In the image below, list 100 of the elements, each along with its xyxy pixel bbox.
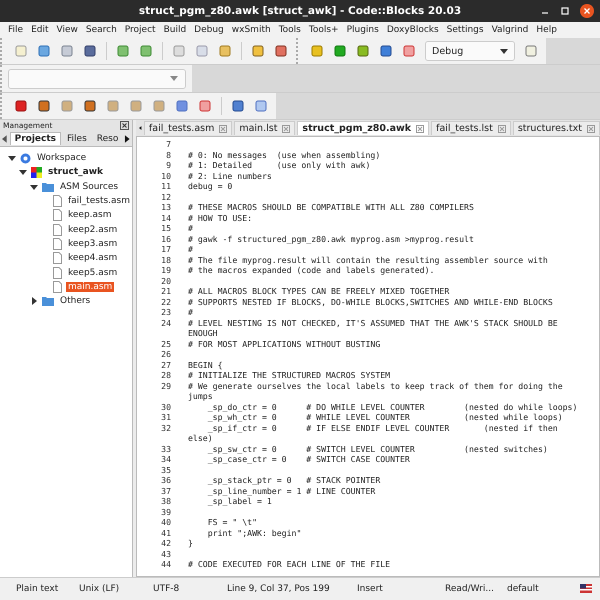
build-target-dropdown[interactable]: Debug — [425, 41, 515, 61]
close-tab-icon[interactable] — [219, 124, 228, 132]
code-line: # CODE EXECUTED FOR EACH LINE OF THE FILE — [188, 559, 392, 570]
code-line: # — [188, 307, 194, 318]
file-icon — [53, 266, 62, 279]
tree-item[interactable]: Workspace — [35, 153, 88, 164]
folder-icon — [42, 182, 54, 192]
menu-item[interactable]: Valgrind — [492, 25, 528, 35]
line-number: 31 — [160, 412, 171, 422]
code-line: # We generate ourselves the local labels to keep track of them for doing the jumps — [188, 380, 564, 402]
menu-item[interactable]: Tools — [278, 25, 301, 35]
tree-item[interactable]: keep4.asm — [66, 253, 120, 264]
tree-item[interactable]: keep5.asm — [66, 268, 120, 278]
close-tab-icon[interactable] — [416, 124, 424, 132]
scroll-right-icon[interactable] — [124, 134, 130, 142]
panel-tab[interactable]: Projects — [10, 132, 62, 145]
code-line: _sp_case_ctr = 0 # SWITCH CASE COUNTER — [206, 454, 411, 464]
line-number: 27 — [160, 360, 171, 370]
line-number: 33 — [160, 444, 171, 454]
code-line: } — [188, 538, 194, 548]
collapse-arrow-icon[interactable] — [19, 168, 27, 176]
line-number: 42 — [160, 538, 171, 548]
menu-item[interactable]: Project — [124, 25, 156, 35]
file-icon — [53, 280, 62, 293]
code-line: _sp_wh_ctr = 0 # WHILE LEVEL COUNTER (nested while loops) — [206, 412, 564, 422]
line-number: 14 — [160, 212, 171, 223]
editor-tab[interactable]: fail_tests.asm — [144, 121, 232, 135]
editor-tab[interactable]: main.lst — [234, 121, 296, 135]
code-line: # LEVEL NESTING IS NOT CHECKED, IT'S ASSUMED THAT THE AWK'S STACK SHOULD BE ENOUGH — [188, 318, 559, 338]
menu-item[interactable]: Help — [536, 25, 557, 35]
line-number: 26 — [160, 349, 171, 360]
menu-item[interactable]: Build — [164, 25, 186, 35]
tree-item[interactable]: keep.asm — [66, 210, 114, 220]
menu-item[interactable]: DoxyBlocks — [386, 25, 439, 35]
menu-item[interactable]: Debug — [194, 25, 224, 35]
line-number: 16 — [160, 234, 171, 244]
menu-item[interactable]: Edit — [31, 25, 48, 35]
status-field: default — [491, 584, 539, 594]
editor-tab[interactable]: fail_tests.lst — [431, 121, 511, 135]
status-field: Read/Wri... — [429, 584, 491, 594]
line-number: 13 — [160, 202, 171, 212]
line-number: 44 — [160, 559, 171, 570]
expand-arrow-icon[interactable] — [30, 297, 38, 306]
line-number: 19 — [160, 265, 171, 276]
menu-item[interactable]: Settings — [446, 25, 484, 35]
collapse-arrow-icon[interactable] — [8, 154, 16, 162]
panel-tab[interactable]: Reso — [92, 132, 122, 144]
tree-item[interactable]: keep2.asm — [66, 224, 120, 235]
menu-item[interactable]: File — [8, 25, 24, 35]
menu-item[interactable]: Search — [86, 25, 117, 35]
close-tab-icon[interactable] — [498, 124, 506, 132]
window-title: struct_pgm_z80.awk [struct_awk] - Code::Blocks 20.03 — [138, 5, 462, 17]
editor-tab[interactable]: struct_pgm_z80.awk — [297, 121, 430, 135]
code-line: # The file myprog.result will contain the resulting assembler source with — [188, 254, 549, 265]
code-line: # 2: Line numbers — [188, 170, 273, 181]
line-number: 34 — [160, 454, 171, 464]
menu-item[interactable]: wxSmith — [232, 25, 271, 35]
file-icon — [53, 238, 62, 250]
menu-item[interactable]: Plugins — [346, 25, 379, 35]
close-tab-icon[interactable] — [282, 124, 290, 132]
line-number: 17 — [160, 244, 171, 254]
tree-item[interactable]: fail_tests.asm — [66, 196, 132, 206]
code-line: _sp_line_number = 1 # LINE COUNTER — [206, 486, 376, 496]
file-icon — [53, 252, 62, 264]
tree-item[interactable]: ASM Sources — [58, 182, 120, 192]
status-field: UTF-8 — [137, 584, 211, 594]
close-tab-icon[interactable] — [587, 124, 595, 132]
line-number: 28 — [160, 370, 171, 380]
code-line: # 1: Detailed (use only with awk) — [188, 160, 372, 170]
close-icon[interactable] — [120, 121, 129, 130]
panel-tab[interactable]: Files — [63, 132, 91, 144]
code-line: # SUPPORTS NESTED IF BLOCKS, DO-WHILE BLOCKS,SWITCHES AND WHILE-END BLOCKS — [188, 296, 554, 307]
code-line: # FOR MOST APPLICATIONS WITHOUT BUSTING — [188, 338, 382, 349]
line-number: 39 — [160, 506, 171, 517]
tree-item[interactable]: struct_awk — [46, 167, 106, 178]
code-line: _sp_label = 1 — [206, 496, 273, 506]
code-line: # — [188, 223, 194, 234]
maximize-icon[interactable] — [560, 6, 570, 16]
line-number: 40 — [160, 517, 171, 528]
tree-item[interactable]: keep3.asm — [66, 238, 120, 249]
line-number: 15 — [160, 223, 171, 234]
dropdown-caret-icon — [500, 48, 508, 54]
line-number: 24 — [160, 318, 171, 330]
line-number: 37 — [160, 486, 171, 496]
collapse-arrow-icon[interactable] — [30, 182, 38, 191]
line-number: 30 — [160, 402, 171, 412]
line-number: 8 — [165, 150, 171, 160]
line-number: 36 — [160, 475, 171, 486]
file-icon — [53, 195, 62, 208]
code-line: debug = 0 — [188, 181, 234, 192]
code-line: print ";AWK: begin" — [206, 528, 302, 538]
tree-item[interactable]: main.asm — [66, 282, 114, 292]
menu-item[interactable]: Tools+ — [308, 25, 339, 35]
editor-tab[interactable]: structures.txt — [512, 121, 600, 135]
menu-item[interactable]: View — [56, 25, 78, 35]
tree-item[interactable]: Others — [58, 296, 92, 306]
code-line: # ALL MACROS BLOCK TYPES CAN BE FREELY MIXED TOGETHER — [188, 286, 450, 296]
close-icon[interactable] — [580, 4, 594, 18]
folder-icon — [42, 296, 54, 306]
line-number: 12 — [160, 192, 171, 202]
